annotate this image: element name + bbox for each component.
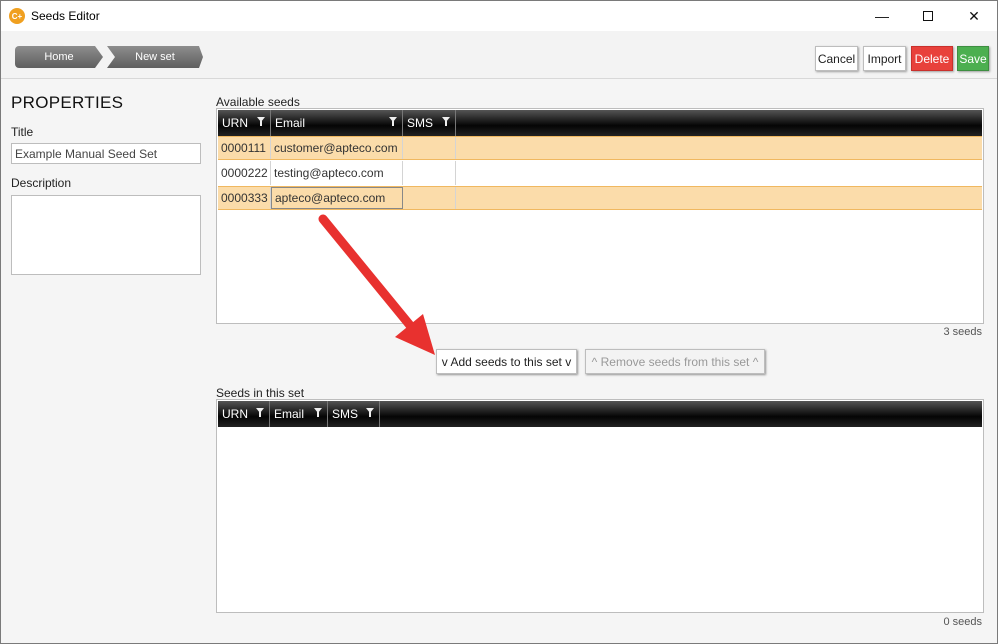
cell-urn[interactable]: 0000222	[218, 161, 271, 185]
cell-email[interactable]: apteco@apteco.com	[271, 187, 403, 209]
seeds-in-set-label: Seeds in this set	[216, 386, 305, 400]
remove-seeds-button[interactable]: ^ Remove seeds from this set ^	[585, 349, 765, 374]
table-row[interactable]: 0000333 apteco@apteco.com	[218, 186, 982, 210]
maximize-button[interactable]	[905, 1, 951, 31]
add-seeds-button[interactable]: v Add seeds to this set v	[436, 349, 577, 374]
filter-icon[interactable]	[257, 117, 266, 127]
breadcrumb-new-set[interactable]: New set	[107, 46, 203, 68]
cell-sms[interactable]	[403, 137, 456, 159]
table-row[interactable]: 0000222 testing@apteco.com	[218, 161, 982, 185]
close-icon: ✕	[968, 7, 980, 24]
maximize-icon	[923, 11, 933, 21]
filter-icon[interactable]	[442, 117, 451, 127]
available-seeds-grid: URN Email SMS 0000111 customer@apteco.co…	[216, 108, 984, 324]
seeds-editor-window: C+ Seeds Editor — ✕ Home New set Cancel …	[0, 0, 998, 644]
seeds-in-set-grid: URN Email SMS	[216, 399, 984, 613]
available-seeds-label: Available seeds	[216, 95, 300, 109]
cancel-button[interactable]: Cancel	[815, 46, 858, 71]
grid-header: URN Email SMS	[218, 401, 982, 427]
save-button[interactable]: Save	[957, 46, 989, 71]
breadcrumb-home[interactable]: Home	[15, 46, 103, 68]
column-title: Email	[275, 116, 306, 130]
close-button[interactable]: ✕	[951, 1, 997, 31]
column-header-sms[interactable]: SMS	[328, 401, 380, 427]
cell-sms[interactable]	[403, 161, 456, 185]
toolbar: Home New set Cancel Import Delete Save	[1, 31, 997, 79]
column-header-urn[interactable]: URN	[218, 110, 271, 136]
filter-icon[interactable]	[366, 408, 375, 418]
cell-urn[interactable]: 0000111	[218, 137, 271, 159]
app-icon: C+	[9, 8, 25, 24]
title-input[interactable]	[11, 143, 201, 164]
column-title: Email	[274, 407, 305, 421]
column-title: SMS	[407, 116, 434, 130]
cell-email[interactable]: customer@apteco.com	[271, 137, 403, 159]
filter-icon[interactable]	[314, 408, 323, 418]
seeds-in-set-count: 0 seeds	[943, 616, 982, 628]
cell-email[interactable]: testing@apteco.com	[271, 161, 403, 185]
column-title: URN	[222, 116, 248, 130]
column-title: SMS	[332, 407, 359, 421]
cell-sms[interactable]	[403, 187, 456, 209]
column-title: URN	[222, 407, 248, 421]
column-header-urn[interactable]: URN	[218, 401, 270, 427]
window-title: Seeds Editor	[31, 9, 100, 23]
description-input[interactable]	[11, 195, 201, 275]
description-label: Description	[11, 176, 72, 190]
filter-icon[interactable]	[389, 117, 398, 127]
title-label: Title	[11, 125, 34, 139]
table-row[interactable]: 0000111 customer@apteco.com	[218, 136, 982, 160]
filter-icon[interactable]	[256, 408, 265, 418]
column-header-sms[interactable]: SMS	[403, 110, 456, 136]
minimize-button[interactable]: —	[859, 1, 905, 31]
grid-header: URN Email SMS	[218, 110, 982, 136]
column-header-email[interactable]: Email	[271, 110, 403, 136]
cell-urn[interactable]: 0000333	[218, 187, 271, 209]
delete-button[interactable]: Delete	[911, 46, 953, 71]
available-seeds-count: 3 seeds	[943, 326, 982, 338]
column-header-email[interactable]: Email	[270, 401, 328, 427]
title-bar: C+ Seeds Editor — ✕	[1, 1, 997, 31]
import-button[interactable]: Import	[863, 46, 906, 71]
properties-heading: PROPERTIES	[11, 93, 124, 112]
minimize-icon: —	[875, 8, 889, 24]
